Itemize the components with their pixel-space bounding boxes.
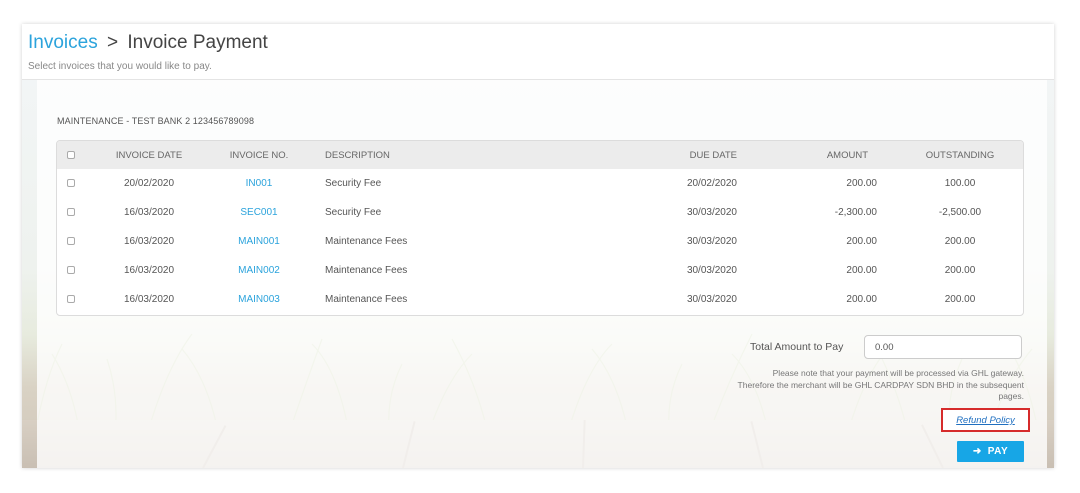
due-date: 30/03/2020 bbox=[686, 294, 737, 305]
column-header-amount: AMOUNT bbox=[826, 149, 868, 161]
arrow-right-icon: ➜ bbox=[972, 446, 982, 457]
table-row: 16/03/2020 MAIN002 Maintenance Fees 30/0… bbox=[57, 256, 1023, 285]
row-checkbox[interactable] bbox=[67, 266, 75, 275]
column-header-invoice-date: INVOICE DATE bbox=[115, 149, 183, 161]
table-row: 16/03/2020 MAIN003 Maintenance Fees 30/0… bbox=[57, 285, 1023, 314]
outstanding: 100.00 bbox=[944, 178, 976, 189]
column-header-description: DESCRIPTION bbox=[325, 149, 390, 161]
outstanding: -2,500.00 bbox=[938, 207, 982, 218]
invoice-description: Maintenance Fees bbox=[325, 236, 408, 247]
invoice-description: Security Fee bbox=[325, 178, 382, 189]
amount: 200.00 bbox=[846, 236, 877, 247]
pay-button[interactable]: ➜ PAY bbox=[957, 441, 1024, 462]
table-row: 16/03/2020 SEC001 Security Fee 30/03/202… bbox=[57, 198, 1023, 227]
payment-gateway-note: Please note that your payment will be pr… bbox=[737, 368, 1024, 401]
pay-button-label: PAY bbox=[987, 446, 1009, 457]
column-header-invoice-no: INVOICE NO. bbox=[229, 149, 289, 161]
invoice-number-link[interactable]: SEC001 bbox=[240, 207, 277, 218]
amount: 200.00 bbox=[846, 294, 877, 305]
column-header-due-date: DUE DATE bbox=[689, 149, 737, 161]
invoice-table: INVOICE DATE INVOICE NO. DESCRIPTION DUE… bbox=[56, 140, 1024, 316]
row-checkbox[interactable] bbox=[67, 237, 75, 246]
breadcrumb: Invoices > Invoice Payment bbox=[28, 32, 268, 54]
invoice-date: 16/03/2020 bbox=[123, 265, 175, 276]
refund-policy-highlight: Refund Policy bbox=[941, 408, 1030, 432]
row-checkbox[interactable] bbox=[67, 179, 75, 188]
invoice-date: 16/03/2020 bbox=[123, 236, 175, 247]
column-header-outstanding: OUTSTANDING bbox=[925, 149, 995, 161]
page: Invoices > Invoice Payment Select invoic… bbox=[0, 0, 1080, 493]
invoice-description: Security Fee bbox=[325, 207, 382, 218]
invoice-number-link[interactable]: MAIN002 bbox=[238, 265, 280, 276]
breadcrumb-separator: > bbox=[106, 32, 119, 53]
account-group-title: MAINTENANCE - TEST BANK 2 123456789098 bbox=[57, 116, 255, 126]
outstanding: 200.00 bbox=[944, 236, 976, 247]
outstanding: 200.00 bbox=[944, 265, 976, 276]
total-amount-input[interactable] bbox=[864, 335, 1022, 359]
due-date: 30/03/2020 bbox=[686, 236, 737, 247]
table-header-row: INVOICE DATE INVOICE NO. DESCRIPTION DUE… bbox=[57, 141, 1023, 169]
row-checkbox[interactable] bbox=[67, 295, 75, 304]
invoice-description: Maintenance Fees bbox=[325, 265, 408, 276]
row-checkbox[interactable] bbox=[67, 208, 75, 217]
invoice-description: Maintenance Fees bbox=[325, 294, 408, 305]
total-amount-label: Total Amount to Pay bbox=[750, 341, 844, 353]
due-date: 20/02/2020 bbox=[686, 178, 737, 189]
invoice-number-link[interactable]: IN001 bbox=[246, 178, 273, 189]
page-subtitle: Select invoices that you would like to p… bbox=[28, 61, 212, 72]
table-row: 20/02/2020 IN001 Security Fee 20/02/2020… bbox=[57, 169, 1023, 198]
due-date: 30/03/2020 bbox=[686, 207, 737, 218]
page-title: Invoice Payment bbox=[127, 32, 268, 53]
due-date: 30/03/2020 bbox=[686, 265, 737, 276]
amount: 200.00 bbox=[846, 265, 877, 276]
invoice-card: MAINTENANCE - TEST BANK 2 123456789098 I… bbox=[37, 80, 1047, 468]
select-all-checkbox[interactable] bbox=[67, 150, 75, 159]
amount: 200.00 bbox=[846, 178, 877, 189]
breadcrumb-invoices-link[interactable]: Invoices bbox=[28, 32, 98, 53]
outstanding: 200.00 bbox=[944, 294, 976, 305]
invoice-number-link[interactable]: MAIN003 bbox=[238, 294, 280, 305]
refund-policy-link[interactable]: Refund Policy bbox=[956, 415, 1015, 426]
amount: -2,300.00 bbox=[834, 207, 877, 218]
invoice-number-link[interactable]: MAIN001 bbox=[238, 236, 280, 247]
page-header: Invoices > Invoice Payment Select invoic… bbox=[22, 24, 1054, 80]
invoice-date: 20/02/2020 bbox=[123, 178, 175, 189]
invoice-date: 16/03/2020 bbox=[123, 294, 175, 305]
table-row: 16/03/2020 MAIN001 Maintenance Fees 30/0… bbox=[57, 227, 1023, 256]
invoice-date: 16/03/2020 bbox=[123, 207, 175, 218]
